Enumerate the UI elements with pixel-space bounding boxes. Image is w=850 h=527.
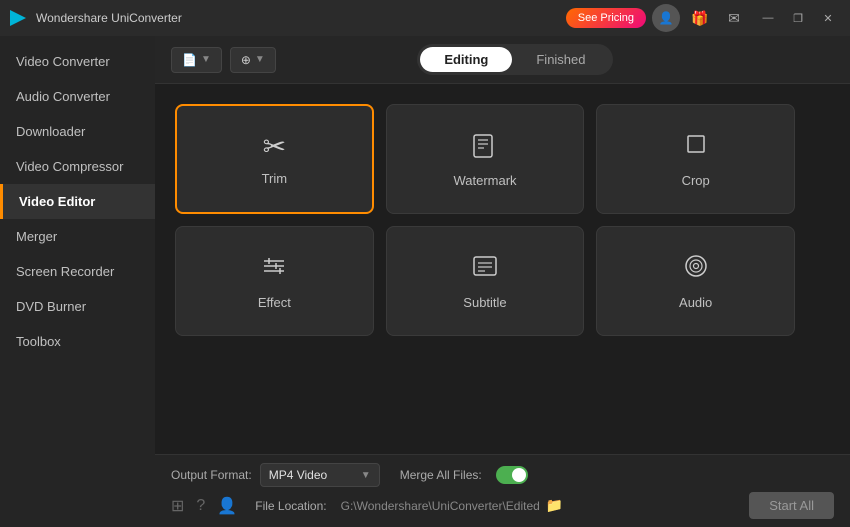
- tool-card-crop[interactable]: Crop: [596, 104, 795, 214]
- sidebar-item-toolbox[interactable]: Toolbox: [0, 324, 155, 359]
- toggle-knob: [512, 468, 526, 482]
- tab-finished[interactable]: Finished: [512, 47, 609, 72]
- effect-label: Effect: [258, 295, 291, 310]
- bottom-nav: ⊞ ? 👤: [171, 496, 237, 516]
- sidebar: Video Converter Audio Converter Download…: [0, 36, 155, 527]
- format-value: MP4 Video: [269, 468, 327, 482]
- subtitle-label: Subtitle: [463, 295, 506, 310]
- bottom-bar: Output Format: MP4 Video ▼ Merge All Fil…: [155, 454, 850, 527]
- tab-group: Editing Finished: [417, 44, 612, 75]
- grid-icon[interactable]: ⊞: [171, 496, 184, 516]
- qr-icon: ⊕: [241, 53, 251, 67]
- add-file-button[interactable]: 📄 ▼: [171, 47, 222, 73]
- audio-label: Audio: [679, 295, 712, 310]
- tool-card-subtitle[interactable]: Subtitle: [386, 226, 585, 336]
- titlebar: Wondershare UniConverter See Pricing 👤 🎁…: [0, 0, 850, 36]
- bottom-row-location: ⊞ ? 👤 File Location: G:\Wondershare\UniC…: [171, 492, 834, 519]
- mail-icon[interactable]: ✉: [720, 4, 748, 32]
- sidebar-item-screen-recorder[interactable]: Screen Recorder: [0, 254, 155, 289]
- sidebar-item-merger[interactable]: Merger: [0, 219, 155, 254]
- see-pricing-button[interactable]: See Pricing: [566, 8, 646, 28]
- gift-icon[interactable]: 🎁: [686, 4, 714, 32]
- close-button[interactable]: ✕: [814, 4, 842, 32]
- tool-card-effect[interactable]: Effect: [175, 226, 374, 336]
- user-avatar-icon[interactable]: 👤: [652, 4, 680, 32]
- document-icon: 📄: [182, 53, 197, 67]
- trim-icon: ✂: [263, 133, 286, 161]
- crop-label: Crop: [682, 173, 710, 188]
- effect-icon: [260, 252, 288, 285]
- audio-icon: [682, 252, 710, 285]
- watermark-label: Watermark: [453, 173, 516, 188]
- format-select[interactable]: MP4 Video ▼: [260, 463, 380, 487]
- output-format-label: Output Format:: [171, 468, 252, 482]
- window-controls: — ❐ ✕: [754, 4, 842, 32]
- tools-grid: ✂ Trim Watermark: [175, 104, 795, 336]
- main-layout: Video Converter Audio Converter Download…: [0, 36, 850, 527]
- titlebar-left: Wondershare UniConverter: [8, 8, 182, 28]
- merge-label: Merge All Files:: [400, 468, 482, 482]
- qr-chevron: ▼: [255, 54, 265, 65]
- minimize-button[interactable]: —: [754, 4, 782, 32]
- add-file-chevron: ▼: [201, 54, 211, 65]
- sidebar-item-audio-converter[interactable]: Audio Converter: [0, 79, 155, 114]
- sidebar-item-dvd-burner[interactable]: DVD Burner: [0, 289, 155, 324]
- tab-editing[interactable]: Editing: [420, 47, 512, 72]
- sidebar-item-video-editor[interactable]: Video Editor: [0, 184, 155, 219]
- app-logo-icon: [8, 8, 28, 28]
- tool-card-audio[interactable]: Audio: [596, 226, 795, 336]
- editor-content: ✂ Trim Watermark: [155, 84, 850, 454]
- add-qr-button[interactable]: ⊕ ▼: [230, 47, 276, 73]
- app-title: Wondershare UniConverter: [36, 11, 182, 25]
- browse-folder-icon[interactable]: 📁: [546, 497, 563, 514]
- profile-icon[interactable]: 👤: [217, 496, 237, 516]
- file-location-row: ⊞ ? 👤 File Location: G:\Wondershare\UniC…: [171, 496, 563, 516]
- subtitle-icon: [471, 252, 499, 285]
- trim-label: Trim: [262, 171, 288, 186]
- file-location-label: File Location:: [255, 499, 326, 513]
- help-icon[interactable]: ?: [196, 497, 205, 515]
- bottom-row-format: Output Format: MP4 Video ▼ Merge All Fil…: [171, 463, 834, 487]
- watermark-icon: [471, 131, 499, 163]
- tool-card-watermark[interactable]: Watermark: [386, 104, 585, 214]
- tool-card-trim[interactable]: ✂ Trim: [175, 104, 374, 214]
- merge-toggle[interactable]: [496, 466, 528, 484]
- sidebar-item-video-compressor[interactable]: Video Compressor: [0, 149, 155, 184]
- toolbar-left: 📄 ▼ ⊕ ▼: [171, 47, 276, 73]
- titlebar-right: See Pricing 👤 🎁 ✉ — ❐ ✕: [566, 4, 842, 32]
- format-chevron: ▼: [361, 470, 371, 481]
- crop-icon: [682, 130, 710, 163]
- top-toolbar: 📄 ▼ ⊕ ▼ Editing Finished: [155, 36, 850, 84]
- content-area: 📄 ▼ ⊕ ▼ Editing Finished ✂ Trim: [155, 36, 850, 527]
- file-path: G:\Wondershare\UniConverter\Edited: [341, 499, 540, 513]
- sidebar-item-downloader[interactable]: Downloader: [0, 114, 155, 149]
- start-all-button[interactable]: Start All: [749, 492, 834, 519]
- maximize-button[interactable]: ❐: [784, 4, 812, 32]
- sidebar-item-video-converter[interactable]: Video Converter: [0, 44, 155, 79]
